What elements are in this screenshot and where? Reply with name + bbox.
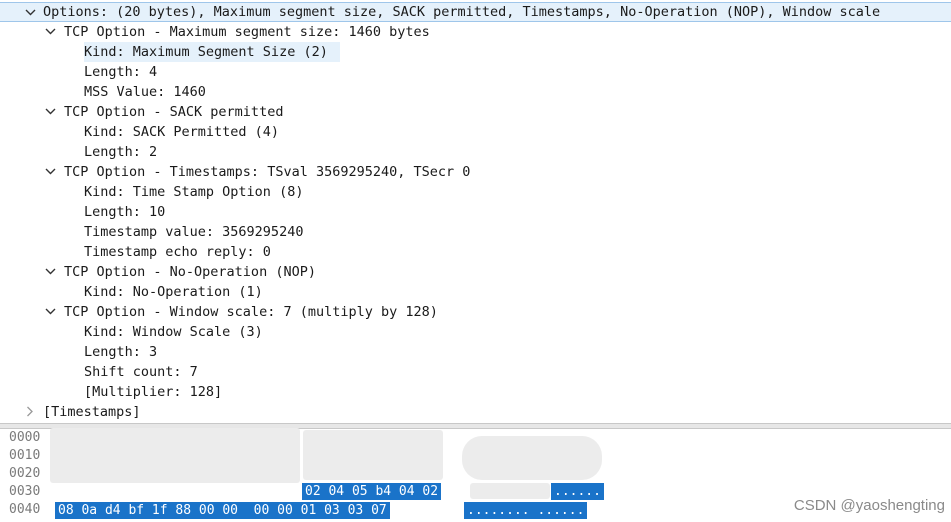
tree-row-label: Kind: Window Scale (3): [84, 324, 263, 340]
hex-offset: 0040: [9, 502, 41, 517]
tree-row-label: TCP Option - Window scale: 7 (multiply b…: [64, 304, 438, 320]
redacted-bytes: [303, 430, 443, 480]
tree-row-option-timestamps[interactable]: TCP Option - Timestamps: TSval 356929524…: [0, 162, 951, 182]
tree-row-label: Kind: Maximum Segment Size (2): [84, 42, 340, 62]
tree-row-field[interactable]: Length: 3: [0, 342, 951, 362]
hex-offset: 0020: [9, 466, 41, 481]
hex-offset: 0030: [9, 484, 41, 499]
tree-row-field[interactable]: Shift count: 7: [0, 362, 951, 382]
redacted-ascii: [462, 436, 602, 480]
tree-row-label: TCP Option - No-Operation (NOP): [64, 264, 316, 280]
tree-row-field[interactable]: Kind: Time Stamp Option (8): [0, 182, 951, 202]
chevron-down-icon[interactable]: [44, 302, 58, 322]
tree-row-label: Length: 10: [84, 204, 166, 220]
chevron-down-icon[interactable]: [44, 162, 58, 182]
hex-offset: 0000: [9, 430, 41, 445]
tree-row-label: Length: 3: [84, 344, 158, 360]
tree-row-option-window-scale[interactable]: TCP Option - Window scale: 7 (multiply b…: [0, 302, 951, 322]
chevron-down-icon[interactable]: [44, 22, 58, 42]
tree-row-field[interactable]: Kind: Window Scale (3): [0, 322, 951, 342]
tree-row-option-sack[interactable]: TCP Option - SACK permitted: [0, 102, 951, 122]
tree-row-label: TCP Option - SACK permitted: [64, 104, 284, 120]
redacted-ascii: [470, 483, 550, 499]
hex-offset: 0010: [9, 448, 41, 463]
tree-row-label: Length: 4: [84, 64, 158, 80]
watermark: CSDN @yaoshengting: [793, 497, 945, 514]
chevron-down-icon[interactable]: [44, 262, 58, 282]
tree-row-field[interactable]: Kind: SACK Permitted (4): [0, 122, 951, 142]
tree-row-field[interactable]: Length: 10: [0, 202, 951, 222]
tree-row-field[interactable]: Kind: No-Operation (1): [0, 282, 951, 302]
tree-row-field[interactable]: Length: 2: [0, 142, 951, 162]
hex-selection[interactable]: 02 04 05 b4 04 02: [302, 483, 442, 500]
tree-row-label: TCP Option - Maximum segment size: 1460 …: [64, 24, 430, 40]
tree-row-label: Shift count: 7: [84, 364, 198, 380]
tree-row-options[interactable]: Options: (20 bytes), Maximum segment siz…: [0, 2, 951, 22]
tree-row-label: Timestamp value: 3569295240: [84, 224, 304, 240]
tree-row-label: Kind: No-Operation (1): [84, 284, 263, 300]
tree-row-label: [Timestamps]: [43, 404, 141, 420]
tree-row-field[interactable]: Timestamp echo reply: 0: [0, 242, 951, 262]
tree-row-field[interactable]: MSS Value: 1460: [0, 82, 951, 102]
tree-row-label: [Multiplier: 128]: [84, 384, 223, 400]
redacted-bytes: [50, 428, 300, 483]
tree-row-timestamps-group[interactable]: [Timestamps]: [0, 402, 951, 422]
tree-row-option-mss[interactable]: TCP Option - Maximum segment size: 1460 …: [0, 22, 951, 42]
tree-row-field[interactable]: Kind: Maximum Segment Size (2): [0, 42, 951, 62]
tree-row-label: TCP Option - Timestamps: TSval 356929524…: [64, 164, 471, 180]
chevron-right-icon[interactable]: [25, 402, 39, 422]
hex-selection[interactable]: 08 0a d4 bf 1f 88 00 00 00 00 01 03 03 0…: [55, 502, 390, 519]
tree-row-label: Kind: SACK Permitted (4): [84, 124, 280, 140]
tree-row-label: Timestamp echo reply: 0: [84, 244, 271, 260]
tree-row-field[interactable]: [Multiplier: 128]: [0, 382, 951, 402]
tree-row-field[interactable]: Timestamp value: 3569295240: [0, 222, 951, 242]
chevron-down-icon[interactable]: [24, 3, 38, 23]
tree-row-field[interactable]: Length: 4: [0, 62, 951, 82]
chevron-down-icon[interactable]: [44, 102, 58, 122]
tree-row-label: Kind: Time Stamp Option (8): [84, 184, 304, 200]
tree-row-label: Length: 2: [84, 144, 158, 160]
tree-row-label: Options: (20 bytes), Maximum segment siz…: [43, 4, 881, 20]
tree-row-label: MSS Value: 1460: [84, 84, 206, 100]
tree-row-option-nop[interactable]: TCP Option - No-Operation (NOP): [0, 262, 951, 282]
packet-details-tree: Options: (20 bytes), Maximum segment siz…: [0, 0, 951, 425]
ascii-selection[interactable]: ......: [551, 483, 604, 500]
ascii-selection[interactable]: ........ ......: [464, 502, 588, 519]
